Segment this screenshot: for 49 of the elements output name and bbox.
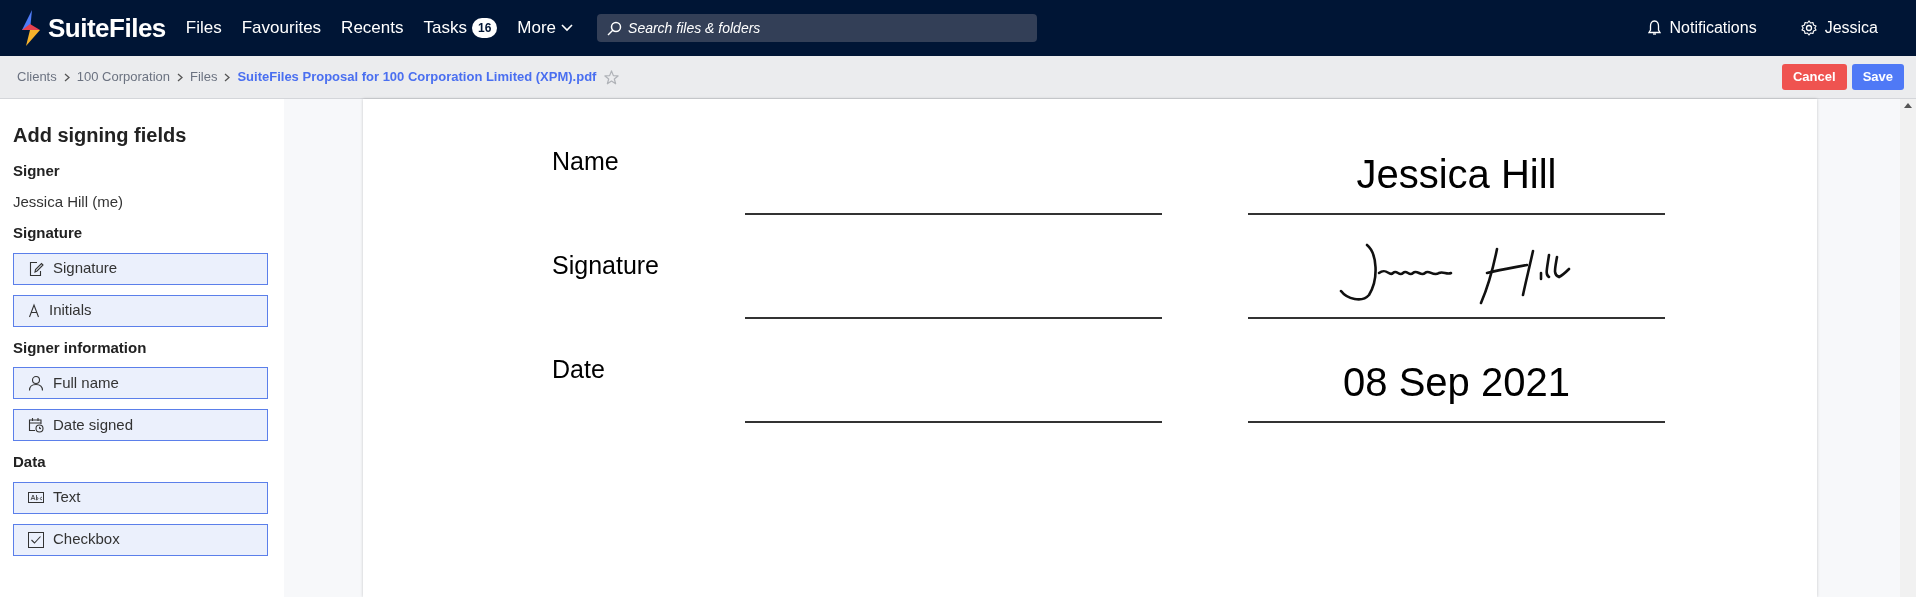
notifications-link[interactable]: Notifications [1648,16,1757,40]
panel-title: Add signing fields [13,123,188,148]
person-icon [28,375,44,391]
scrollbar[interactable] [1900,99,1916,597]
user-menu[interactable]: Jessica [1800,16,1878,40]
count-badge: 16 [471,18,498,38]
field-button[interactable]: Checkbox [13,523,268,556]
current-file: SuiteFiles Proposal for 100 Corporation Limited (XPM).pdf [237,68,597,87]
signature-icon [28,260,44,277]
field-button[interactable]: Initials [13,294,268,327]
nav-link[interactable]: Tasks 16 [423,15,498,41]
field-button[interactable]: Full name [13,367,268,399]
star-icon[interactable] [604,69,620,85]
calendar-icon [28,417,44,433]
chevron-right-icon [224,72,231,82]
filled-value: Jessica Hill [1356,154,1557,194]
field-button[interactable]: Date signed [13,409,268,441]
scroll-up-icon [1904,103,1912,108]
chevron-down-icon [561,24,574,32]
filled-value: 08 Sep 2021 [1343,362,1570,402]
section-heading: Signature [13,223,84,243]
breadcrumb-link[interactable]: Files [190,67,218,87]
nav-link[interactable]: More [517,15,574,41]
bell-icon [1648,20,1662,36]
nav-link[interactable]: Files [185,15,222,41]
field-button[interactable]: Signature [13,252,268,285]
nav-link[interactable]: Favourites [241,15,322,41]
signer-name: Jessica Hill (me) [13,191,124,212]
text-field-icon [28,491,44,504]
section-heading: Signer [13,161,61,181]
settings-icon [1800,20,1817,36]
section-heading: Data [13,452,47,472]
search-icon [607,21,623,36]
logo-text[interactable]: SuiteFiles [48,8,166,48]
save-button[interactable]: Save [1851,64,1904,90]
logo-icon [20,10,42,46]
breadcrumb-link[interactable]: Clients [17,67,57,87]
field-label: Name [552,146,620,177]
letter-a-icon [28,302,40,319]
nav-link[interactable]: Recents [341,15,404,41]
breadcrumb-link[interactable]: 100 Corporation [76,67,170,87]
section-heading: Signer information [13,337,148,358]
field-label: Date [552,354,606,385]
checkbox-icon [28,531,44,548]
chevron-right-icon [63,72,70,82]
field-button[interactable]: Text [13,481,268,514]
search-field[interactable]: Search files & folders [597,14,1038,42]
chevron-right-icon [177,72,183,82]
field-label: Signature [552,250,661,281]
